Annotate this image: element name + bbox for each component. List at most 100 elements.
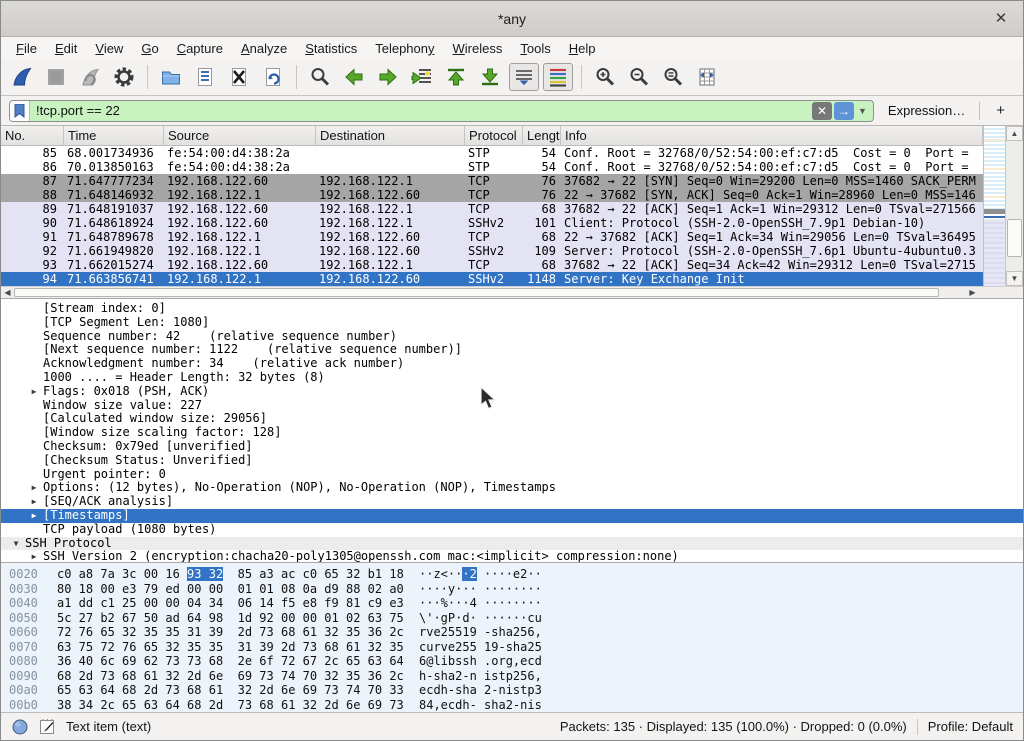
column-header-no[interactable]: No. [1,126,64,145]
go-next-button[interactable] [373,63,403,91]
detail-line[interactable]: Checksum: 0x79ed [unverified] [1,440,1023,454]
go-to-packet-button[interactable] [407,63,437,91]
scroll-up-arrow[interactable]: ▲ [1006,126,1023,141]
restart-capture-button[interactable] [75,63,105,91]
hex-bytes[interactable]: 72 76 65 32 35 35 31 39 2d 73 68 61 32 3… [57,625,409,640]
expander-closed-icon[interactable]: ▶ [25,481,43,495]
hex-row-0090[interactable]: 009068 2d 73 68 61 32 2d 6e 69 73 74 70 … [1,669,1023,684]
go-first-packet-button[interactable] [441,63,471,91]
menu-edit[interactable]: Edit [46,39,86,58]
detail-line[interactable]: [Checksum Status: Unverified] [1,454,1023,468]
menu-file[interactable]: File [7,39,46,58]
expander-closed-icon[interactable]: ▶ [25,385,43,399]
auto-scroll-toggle[interactable] [509,63,539,91]
resize-columns-button[interactable] [692,63,722,91]
detail-line[interactable]: ▼SSH Protocol [1,537,1023,551]
hex-ascii[interactable]: 6@libssh .org,ecd [419,654,542,669]
menu-statistics[interactable]: Statistics [296,39,366,58]
detail-line[interactable]: TCP payload (1080 bytes) [1,523,1023,537]
hex-row-0060[interactable]: 006072 76 65 32 35 35 31 39 2d 73 68 61 … [1,625,1023,640]
menu-view[interactable]: View [86,39,132,58]
column-header-protocol[interactable]: Protocol [465,126,523,145]
filter-apply-button[interactable]: → [834,102,854,120]
hex-bytes[interactable]: 63 75 72 76 65 32 35 35 31 39 2d 73 68 6… [57,640,409,655]
zoom-original-button[interactable] [658,63,688,91]
hex-bytes[interactable]: 65 63 64 68 2d 73 68 61 32 2d 6e 69 73 7… [57,683,409,698]
start-capture-button[interactable] [7,63,37,91]
hex-row-00b0[interactable]: 00b038 34 2c 65 63 64 68 2d 73 68 61 32 … [1,698,1023,713]
expert-info-icon[interactable] [11,718,29,736]
hex-ascii[interactable]: ··z<···2 ····e2·· [419,567,542,582]
find-packet-button[interactable] [305,63,335,91]
packet-row-88[interactable]: 8871.648146932192.168.122.1192.168.122.6… [1,188,983,202]
hscroll-thumb[interactable] [14,288,939,297]
hex-row-0030[interactable]: 003080 18 00 e3 79 ed 00 00 01 01 08 0a … [1,582,1023,597]
packet-row-89[interactable]: 8971.648191037192.168.122.60192.168.122.… [1,202,983,216]
scroll-minimap[interactable] [983,126,1005,286]
filter-bookmark-button[interactable] [10,101,30,121]
stop-capture-button[interactable] [41,63,71,91]
colorize-toggle[interactable] [543,63,573,91]
packet-list-hscrollbar[interactable]: ◀ ▶ [1,286,1023,298]
hex-bytes[interactable]: c0 a8 7a 3c 00 16 93 32 85 a3 ac c0 65 3… [57,567,409,582]
column-header-source[interactable]: Source [164,126,316,145]
hex-bytes[interactable]: a1 dd c1 25 00 00 04 34 06 14 f5 e8 f9 8… [57,596,409,611]
packet-row-93[interactable]: 9371.662015274192.168.122.60192.168.122.… [1,258,983,272]
zoom-out-button[interactable] [624,63,654,91]
menu-telephony[interactable]: Telephony [366,39,443,58]
go-previous-button[interactable] [339,63,369,91]
go-last-packet-button[interactable] [475,63,505,91]
column-header-time[interactable]: Time [64,126,164,145]
detail-line[interactable]: ▶Flags: 0x018 (PSH, ACK) [1,385,1023,399]
menu-analyze[interactable]: Analyze [232,39,296,58]
detail-line[interactable]: ▶[Timestamps] [1,509,1023,523]
detail-line[interactable]: 1000 .... = Header Length: 32 bytes (8) [1,371,1023,385]
detail-line[interactable]: Urgent pointer: 0 [1,468,1023,482]
hex-ascii[interactable]: 84,ecdh- sha2-nis [419,698,542,713]
filter-input[interactable]: !tcp.port == 22 [30,103,812,118]
column-header-destination[interactable]: Destination [316,126,465,145]
hex-bytes[interactable]: 5c 27 b2 67 50 ad 64 98 1d 92 00 00 01 0… [57,611,409,626]
hex-ascii[interactable]: \'·gP·d· ······cu [419,611,542,626]
expression-button[interactable]: Expression… [880,103,973,118]
menu-capture[interactable]: Capture [168,39,232,58]
hex-row-0020[interactable]: 0020c0 a8 7a 3c 00 16 93 32 85 a3 ac c0 … [1,567,1023,582]
profile-status[interactable]: Profile: Default [928,719,1013,734]
hex-ascii[interactable]: h-sha2-n istp256, [419,669,542,684]
scroll-left-arrow[interactable]: ◀ [1,287,14,298]
packet-list-header[interactable]: No. Time Source Destination Protocol Len… [1,126,983,146]
hex-ascii[interactable]: ····y··· ········ [419,582,542,597]
hex-ascii[interactable]: ecdh-sha 2-nistp3 [419,683,542,698]
hex-bytes[interactable]: 36 40 6c 69 62 73 73 68 2e 6f 72 67 2c 6… [57,654,409,669]
scroll-down-arrow[interactable]: ▼ [1006,271,1023,286]
expander-closed-icon[interactable]: ▶ [25,495,43,509]
packet-list-vscrollbar[interactable]: ▲ ▼ [1005,126,1023,286]
detail-line[interactable]: Acknowledgment number: 34 (relative ack … [1,357,1023,371]
packet-row-90[interactable]: 9071.648618924192.168.122.60192.168.122.… [1,216,983,230]
hex-row-0050[interactable]: 00505c 27 b2 67 50 ad 64 98 1d 92 00 00 … [1,611,1023,626]
open-file-button[interactable] [156,63,186,91]
hex-ascii[interactable]: rve25519 -sha256, [419,625,542,640]
hex-bytes[interactable]: 38 34 2c 65 63 64 68 2d 73 68 61 32 2d 6… [57,698,409,713]
detail-line[interactable]: ▶SSH Version 2 (encryption:chacha20-poly… [1,550,1023,562]
filter-dropdown-caret[interactable]: ▼ [858,106,867,116]
detail-line[interactable]: ▶[SEQ/ACK analysis] [1,495,1023,509]
packet-row-94[interactable]: 9471.663856741192.168.122.1192.168.122.6… [1,272,983,286]
detail-line[interactable]: [Calculated window size: 29056] [1,412,1023,426]
menu-wireless[interactable]: Wireless [444,39,512,58]
hex-row-0070[interactable]: 007063 75 72 76 65 32 35 35 31 39 2d 73 … [1,640,1023,655]
detail-line[interactable]: [TCP Segment Len: 1080] [1,316,1023,330]
close-window-button[interactable]: ✕ [991,9,1011,29]
packet-row-92[interactable]: 9271.661949820192.168.122.1192.168.122.6… [1,244,983,258]
save-file-button[interactable] [190,63,220,91]
filter-clear-button[interactable]: ✕ [812,102,832,120]
detail-line[interactable]: [Next sequence number: 1122 (relative se… [1,343,1023,357]
menu-tools[interactable]: Tools [511,39,559,58]
column-header-length[interactable]: Length [523,126,561,145]
menu-go[interactable]: Go [132,39,167,58]
expander-closed-icon[interactable]: ▶ [25,509,43,523]
detail-line[interactable]: ▶Options: (12 bytes), No-Operation (NOP)… [1,481,1023,495]
add-filter-button[interactable]: + [986,102,1015,119]
expander-open-icon[interactable]: ▼ [7,537,25,551]
hex-ascii[interactable]: curve255 19-sha25 [419,640,542,655]
